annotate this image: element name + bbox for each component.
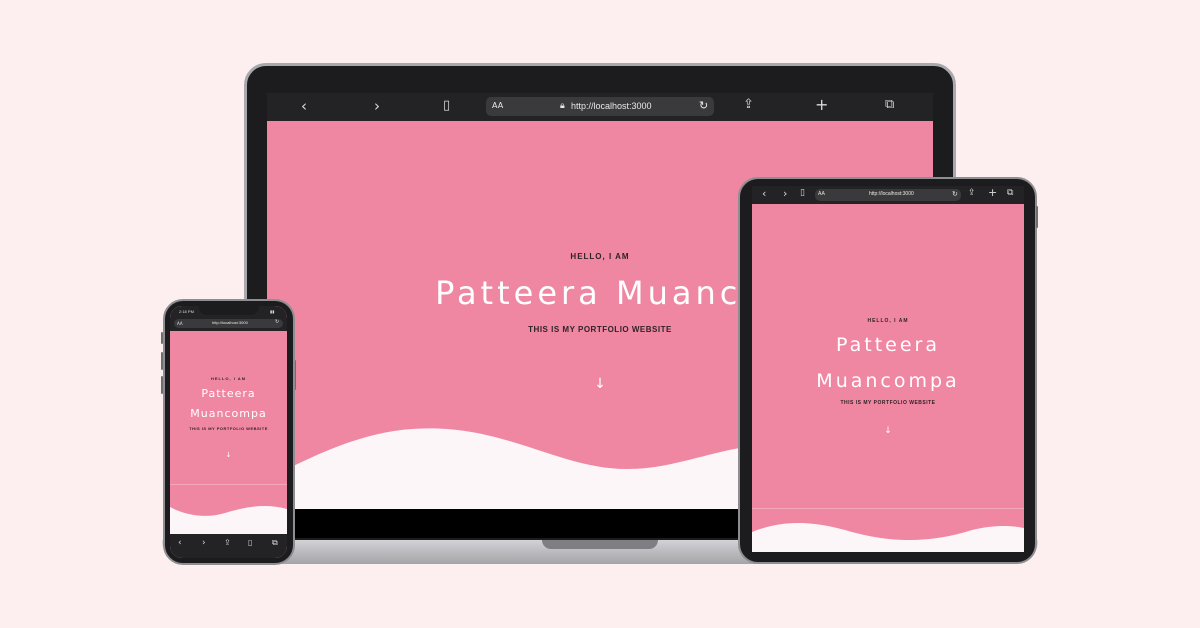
lock-icon: 🔒︎ — [560, 100, 565, 110]
scroll-down-icon[interactable]: ↓ — [752, 426, 1024, 436]
forward-icon[interactable]: › — [374, 97, 380, 115]
status-time: 2:18 PM — [179, 309, 194, 314]
url-text[interactable]: http://localhost:3000 — [212, 320, 248, 325]
forward-icon[interactable]: › — [783, 187, 787, 200]
hero-greeting: HELLO, I AM — [210, 376, 247, 381]
section-divider — [752, 508, 1024, 509]
hero-name-line1: Patteera — [836, 334, 940, 356]
phone-notch — [199, 306, 259, 315]
reload-icon[interactable]: ↻ — [275, 319, 279, 325]
laptop-trackpad-notch — [542, 540, 658, 549]
hero-wave — [752, 523, 1024, 552]
scroll-down-icon[interactable]: ↓ — [170, 451, 287, 459]
url-text[interactable]: http://localhost:3000 — [571, 101, 652, 111]
url-text[interactable]: http://localhost:3000 — [869, 191, 914, 197]
share-icon[interactable]: ⇪ — [743, 97, 754, 112]
tablet-screen: ‹ › ▯ AA http://localhost:3000 ↻ ⇪ + ⧉ H… — [752, 186, 1024, 552]
hero-name-line2: Muancompa — [816, 370, 960, 392]
tabs-icon[interactable]: ⧉ — [272, 538, 278, 548]
tabs-icon[interactable]: ⧉ — [1007, 188, 1013, 198]
hero-name-line1: Patteera — [201, 387, 256, 400]
bookmarks-icon[interactable]: ▯ — [443, 98, 450, 113]
phone-bottom-toolbar: ‹ › ⇪ ▯ ⧉ — [170, 534, 287, 558]
tabs-icon[interactable]: ⧉ — [885, 97, 894, 112]
share-icon[interactable]: ⇪ — [224, 538, 231, 547]
new-tab-icon[interactable]: + — [815, 95, 828, 114]
status-icons: ▮▮ — [270, 309, 275, 314]
bookmarks-icon[interactable]: ▯ — [248, 538, 252, 547]
section-divider — [170, 484, 287, 485]
back-icon[interactable]: ‹ — [762, 187, 766, 200]
address-bar[interactable]: AA http://localhost:3000 ↻ — [174, 319, 283, 328]
address-bar[interactable]: AA http://localhost:3000 ↻ — [815, 189, 961, 201]
forward-icon[interactable]: › — [202, 538, 206, 548]
bookmarks-icon[interactable]: ▯ — [800, 188, 805, 198]
tablet-browser-toolbar: ‹ › ▯ AA http://localhost:3000 ↻ ⇪ + ⧉ — [752, 186, 1024, 204]
phone-page: HELLO, I AM Patteera Muancompa THIS IS M… — [170, 331, 287, 534]
phone-screen: 2:18 PM ▮▮ AA http://localhost:3000 ↻ HE… — [170, 306, 287, 558]
reload-icon[interactable]: ↻ — [699, 99, 708, 112]
tablet-side-button — [1036, 206, 1038, 228]
laptop-browser-toolbar: ‹ › ▯ AA 🔒︎ http://localhost:3000 ↻ ⇪ + … — [267, 93, 933, 121]
hero-wave — [170, 506, 287, 534]
hero-name-line2: Muancompa — [190, 407, 267, 420]
back-icon[interactable]: ‹ — [301, 97, 307, 115]
back-icon[interactable]: ‹ — [178, 538, 182, 548]
address-bar[interactable]: AA 🔒︎ http://localhost:3000 ↻ — [486, 97, 714, 116]
hero-subtitle: THIS IS MY PORTFOLIO WEBSITE — [189, 426, 268, 431]
hero-greeting: HELLO, I AM — [867, 318, 909, 324]
reader-mode-button[interactable]: AA — [492, 101, 503, 110]
reader-mode-button[interactable]: AA — [818, 191, 825, 197]
reader-mode-button[interactable]: AA — [177, 321, 183, 326]
reload-icon[interactable]: ↻ — [952, 190, 958, 198]
tablet-page: HELLO, I AM Patteera Muancompa THIS IS M… — [752, 204, 1024, 552]
new-tab-icon[interactable]: + — [988, 186, 997, 199]
share-icon[interactable]: ⇪ — [968, 188, 976, 198]
hero-subtitle: THIS IS MY PORTFOLIO WEBSITE — [840, 400, 936, 406]
